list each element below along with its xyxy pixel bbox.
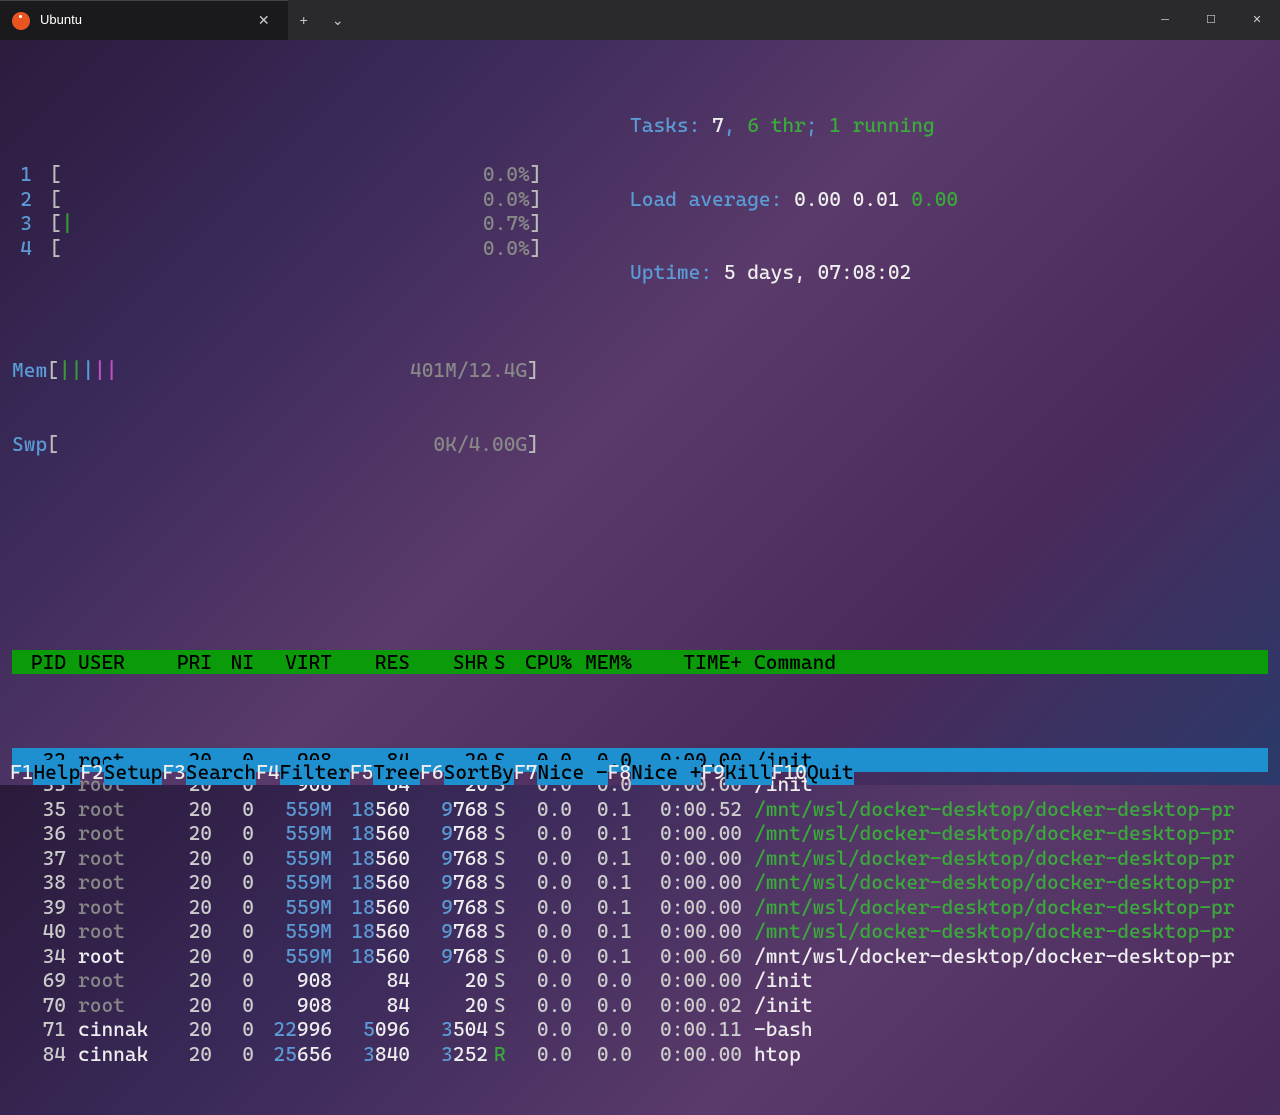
col-shr[interactable]: SHR <box>410 650 488 675</box>
window-titlebar: Ubuntu ✕ + ⌄ ─ ☐ ✕ <box>0 0 1280 40</box>
process-row[interactable]: 40root200559M185609768S0.00.10:00.00/mnt… <box>12 919 1268 944</box>
fkey-label[interactable]: Quit <box>807 760 854 785</box>
tab-dropdown-button[interactable]: ⌄ <box>320 8 356 33</box>
fkey-f8[interactable]: F8 <box>608 760 631 785</box>
process-row[interactable]: 37root200559M185609768S0.00.10:00.00/mnt… <box>12 846 1268 871</box>
col-pri[interactable]: PRI <box>158 650 212 675</box>
col-pid[interactable]: PID <box>12 650 72 675</box>
fkey-label[interactable]: Nice - <box>537 760 607 785</box>
col-user[interactable]: USER <box>72 650 158 675</box>
fkey-f10[interactable]: F10 <box>772 760 807 785</box>
fkey-label[interactable]: Kill <box>725 760 772 785</box>
col-mem[interactable]: MEM% <box>572 650 632 675</box>
fkey-label[interactable]: Nice + <box>631 760 701 785</box>
htop-display[interactable]: 1 [0.0%]2 [0.0%]3 [|0.7%]4 [0.0%] Mem[ |… <box>0 40 1280 1115</box>
mem-meter: Mem[ |||||401M/12.4G] <box>12 358 1268 383</box>
fkey-f6[interactable]: F6 <box>420 760 443 785</box>
fkey-f2[interactable]: F2 <box>80 760 103 785</box>
tasks-line: Tasks: 7, 6 thr; 1 running <box>630 113 958 138</box>
terminal-tab[interactable]: Ubuntu ✕ <box>0 0 288 40</box>
process-table-header[interactable]: PID USER PRI NI VIRT RES SHR S CPU% MEM%… <box>12 650 1268 675</box>
close-window-button[interactable]: ✕ <box>1234 0 1280 40</box>
fkey-label[interactable]: Help <box>33 760 80 785</box>
fkey-f1[interactable]: F1 <box>10 760 33 785</box>
process-row[interactable]: 39root200559M185609768S0.00.10:00.00/mnt… <box>12 895 1268 920</box>
fkey-label[interactable]: Tree <box>373 760 420 785</box>
col-state[interactable]: S <box>488 650 512 675</box>
process-row[interactable]: 70root2009088420S0.00.00:00.02/init <box>12 993 1268 1018</box>
process-row[interactable]: 69root2009088420S0.00.00:00.00/init <box>12 968 1268 993</box>
fkey-label[interactable]: Setup <box>104 760 163 785</box>
system-stats: Tasks: 7, 6 thr; 1 running Load average:… <box>630 64 958 334</box>
process-row[interactable]: 36root200559M185609768S0.00.10:00.00/mnt… <box>12 821 1268 846</box>
load-line: Load average: 0.00 0.01 0.00 <box>630 187 958 212</box>
fkey-f3[interactable]: F3 <box>162 760 185 785</box>
fkey-f4[interactable]: F4 <box>256 760 279 785</box>
process-row[interactable]: 35root200559M185609768S0.00.10:00.52/mnt… <box>12 797 1268 822</box>
col-res[interactable]: RES <box>332 650 410 675</box>
col-virt[interactable]: VIRT <box>254 650 332 675</box>
fkey-f5[interactable]: F5 <box>350 760 373 785</box>
process-row[interactable]: 34root200559M185609768S0.00.10:00.60/mnt… <box>12 944 1268 969</box>
ubuntu-icon <box>12 12 30 30</box>
process-list[interactable]: 32root2009088420S0.00.00:00.00/init33roo… <box>12 748 1268 1067</box>
fkey-label[interactable]: SortBy <box>444 760 514 785</box>
minimize-button[interactable]: ─ <box>1142 0 1188 40</box>
col-ni[interactable]: NI <box>212 650 254 675</box>
swap-meter: Swp[ 0K/4.00G] <box>12 432 1268 457</box>
uptime-line: Uptime: 5 days, 07:08:02 <box>630 260 958 285</box>
col-cmd[interactable]: Command <box>748 650 1268 675</box>
col-time[interactable]: TIME+ <box>632 650 748 675</box>
fkey-label[interactable]: Search <box>186 760 256 785</box>
window-controls: ─ ☐ ✕ <box>1142 0 1280 40</box>
fkey-label[interactable]: Filter <box>280 760 350 785</box>
close-tab-button[interactable]: ✕ <box>252 6 276 35</box>
fkey-f9[interactable]: F9 <box>701 760 724 785</box>
process-row[interactable]: 84cinnak2002565638403252R0.00.00:00.00ht… <box>12 1042 1268 1067</box>
maximize-button[interactable]: ☐ <box>1188 0 1234 40</box>
function-key-bar: F1Help F2Setup F3SearchF4FilterF5Tree F6… <box>10 760 1268 785</box>
tab-title: Ubuntu <box>40 8 82 33</box>
process-row[interactable]: 71cinnak2002299650963504S0.00.00:00.11-b… <box>12 1017 1268 1042</box>
new-tab-button[interactable]: + <box>288 8 320 33</box>
process-row[interactable]: 38root200559M185609768S0.00.10:00.00/mnt… <box>12 870 1268 895</box>
fkey-f7[interactable]: F7 <box>514 760 537 785</box>
col-cpu[interactable]: CPU% <box>512 650 572 675</box>
